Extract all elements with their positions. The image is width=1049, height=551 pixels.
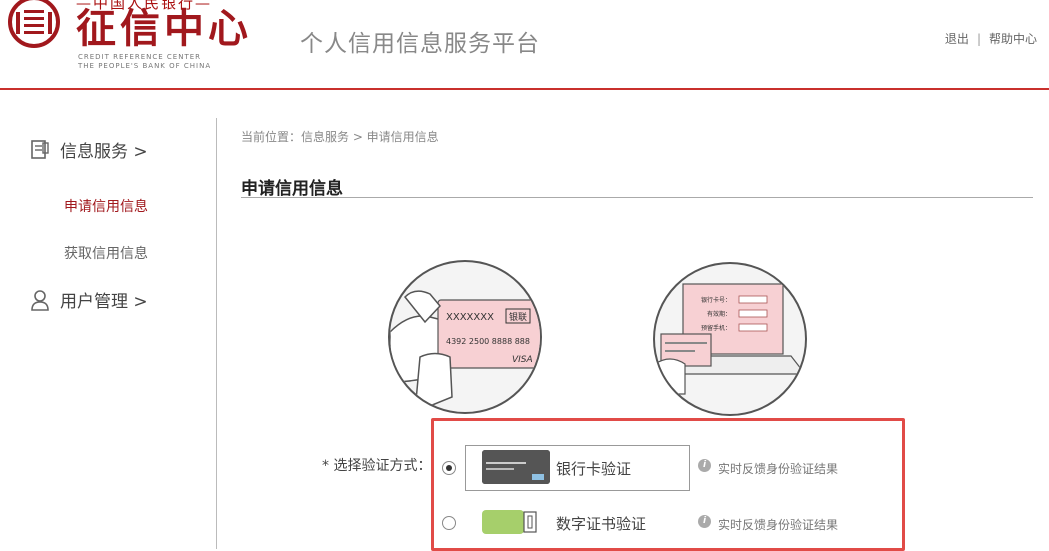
header-divider: [0, 88, 1049, 90]
breadcrumb: 当前位置：信息服务 > 申请信用信息: [241, 130, 439, 144]
verification-options-highlight: [431, 418, 905, 551]
platform-title: 个人信用信息服务平台: [300, 31, 540, 57]
header: —中国人民银行— 征信中心 CREDIT REFERENCE CENTER TH…: [0, 0, 1049, 90]
online-form-illustration: 银行卡号： 有效期： 预留手机：: [653, 262, 807, 416]
verification-method-label: * 选择验证方式：: [322, 458, 432, 474]
card-brand-text: 银联: [509, 311, 527, 323]
logo-english-line2: THE PEOPLE'S BANK OF CHINA: [78, 62, 212, 70]
sidebar-item-apply-credit-info[interactable]: 申请信用信息: [64, 196, 148, 216]
top-links: 退出 | 帮助中心: [945, 30, 1037, 47]
title-divider: [241, 197, 1033, 198]
bank-card-illustration: XXXXXXX 银联 4392 2500 8888 888 VISA: [388, 260, 542, 414]
card-network-text: VISA: [512, 355, 533, 365]
logo-title: 征信中心: [76, 5, 252, 52]
page-title: 申请信用信息: [241, 179, 343, 199]
form-field-expiry: 有效期：: [707, 310, 731, 318]
sidebar-divider: [216, 118, 217, 549]
card-name-text: XXXXXXX: [446, 312, 494, 323]
sidebar-item-get-credit-info[interactable]: 获取信用信息: [64, 243, 148, 263]
logout-link[interactable]: 退出: [945, 32, 969, 46]
sidebar-group-label: 信息服务 >: [60, 142, 148, 162]
sidebar-group-user-management[interactable]: 用户管理 >: [30, 287, 148, 312]
form-field-phone: 预留手机：: [701, 324, 731, 332]
help-center-link[interactable]: 帮助中心: [989, 32, 1037, 46]
logo-english-line1: CREDIT REFERENCE CENTER: [78, 53, 202, 61]
link-separator: |: [976, 32, 981, 46]
form-field-card-number: 银行卡号：: [701, 296, 731, 304]
card-number-text: 4392 2500 8888 888: [446, 337, 530, 346]
sidebar-group-label: 用户管理 >: [60, 292, 148, 312]
user-icon: [31, 289, 49, 311]
document-icon: [31, 139, 49, 159]
sidebar-group-info-service[interactable]: 信息服务 >: [30, 137, 148, 162]
credit-center-emblem-icon: [8, 0, 60, 48]
